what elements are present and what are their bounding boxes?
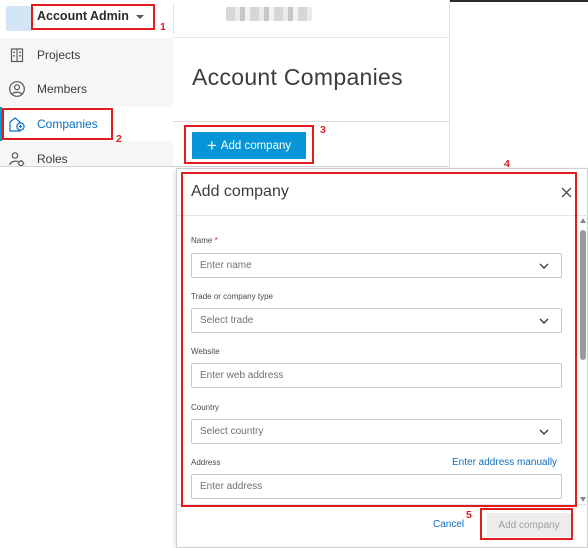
sidebar: Projects Members Companies Roles xyxy=(0,38,173,166)
page-title: Account Companies xyxy=(192,64,403,90)
building-icon xyxy=(8,46,26,64)
sidebar-item-label: Roles xyxy=(37,152,68,166)
annotation-box-3 xyxy=(184,125,314,164)
scroll-up-arrow-icon[interactable] xyxy=(580,218,586,223)
person-gear-icon xyxy=(8,150,26,166)
person-circle-icon xyxy=(8,80,26,98)
sidebar-item-projects[interactable]: Projects xyxy=(0,38,173,72)
sidebar-item-label: Members xyxy=(37,82,88,96)
header-divider-line xyxy=(173,37,449,38)
annotation-box-2 xyxy=(2,108,113,140)
annotation-number-3: 3 xyxy=(320,124,326,136)
scrollbar-thumb[interactable] xyxy=(580,230,586,360)
dialog-scrollbar[interactable] xyxy=(578,216,588,504)
annotation-number-5: 5 xyxy=(466,509,472,521)
app-logo xyxy=(6,6,32,31)
sidebar-item-roles[interactable]: Roles xyxy=(0,142,173,166)
scroll-down-arrow-icon[interactable] xyxy=(580,497,586,502)
annotation-box-5 xyxy=(480,508,573,540)
annotation-box-1 xyxy=(31,4,155,30)
header-divider xyxy=(173,4,174,34)
title-divider xyxy=(173,121,449,122)
annotation-number-1: 1 xyxy=(160,21,166,33)
annotation-number-4: 4 xyxy=(504,158,510,170)
redacted-account-name xyxy=(226,7,312,21)
sidebar-item-members[interactable]: Members xyxy=(0,72,173,106)
annotation-box-4 xyxy=(181,172,577,507)
annotation-number-2: 2 xyxy=(116,133,122,145)
cancel-button[interactable]: Cancel xyxy=(433,519,464,530)
sidebar-item-label: Projects xyxy=(37,48,81,62)
